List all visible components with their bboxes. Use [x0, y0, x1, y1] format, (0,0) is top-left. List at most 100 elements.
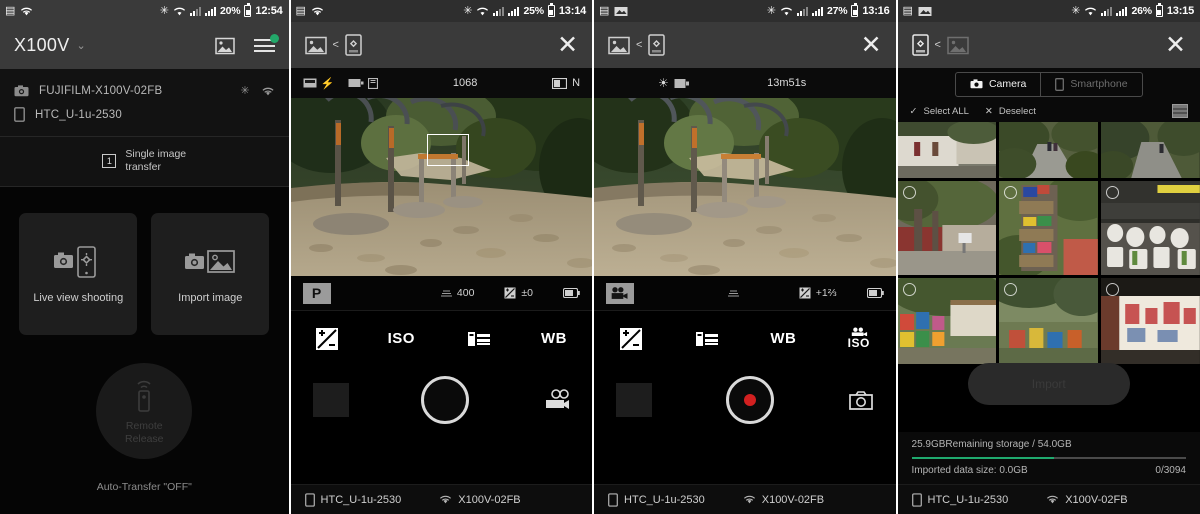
smartphone-target-icon[interactable] — [911, 34, 929, 56]
thumbnail-cell[interactable] — [1101, 278, 1200, 364]
focus-icon — [440, 289, 452, 297]
thumbnail-grid — [897, 122, 1200, 364]
phone-device-name: HTC_U-1u-2530 — [35, 108, 122, 121]
transfer-mode-selector[interactable]: 1 Single image transfer — [0, 137, 289, 187]
device-row-phone[interactable]: HTC_U-1u-2530 — [0, 102, 289, 127]
status-bar-p1: ▤ ✳ 20% 12:54 — [0, 0, 289, 22]
import-image-button[interactable]: Import image — [151, 213, 270, 336]
panel-connection-home: ▤ ✳ 20% 12:54 X100V ⌄ FUJIFILM-X100V-02F… — [0, 0, 289, 514]
smartphone-target-icon[interactable] — [345, 34, 362, 56]
remote-release-button[interactable]: Remote Release — [96, 363, 193, 460]
battery-film-icon — [348, 79, 364, 87]
gallery-icon[interactable] — [608, 36, 630, 55]
thumbnail-cell[interactable] — [1101, 122, 1200, 178]
shooting-mode-badge — [606, 282, 635, 304]
transfer-mode-label: Single image transfer — [125, 148, 186, 174]
dial-iso[interactable]: ISO — [388, 330, 415, 347]
thumbnail-cell[interactable] — [1101, 181, 1200, 275]
dial-exposure-compensation[interactable] — [315, 327, 338, 350]
ev-comp-icon — [504, 287, 516, 299]
wifi-signal-icon — [1085, 7, 1097, 15]
footer-phone: HTC_U-1u-2530 — [304, 492, 401, 507]
smartphone-icon — [304, 492, 315, 507]
tab-smartphone[interactable]: Smartphone — [1040, 72, 1141, 96]
smartphone-target-icon[interactable] — [648, 34, 666, 56]
battery-percent: 25% — [523, 5, 544, 17]
tab-camera[interactable]: Camera — [956, 73, 1040, 96]
thumbnail-cell[interactable] — [999, 181, 1099, 275]
footer-camera: X100V-02FB — [743, 494, 824, 506]
battery-icon — [563, 288, 580, 298]
deselect-button[interactable]: Deselect — [999, 106, 1036, 117]
remote-label-line2: Release — [125, 433, 164, 446]
thumbnail-cell[interactable] — [897, 122, 997, 178]
close-icon[interactable]: ✕ — [557, 32, 578, 58]
sim-card-icon: ▤ — [5, 4, 16, 17]
battery-readout — [563, 288, 580, 298]
hamburger-menu-icon[interactable] — [253, 34, 279, 53]
shutter-bar-p2 — [290, 366, 593, 434]
camera-icon — [14, 85, 29, 97]
live-view-preview[interactable] — [594, 98, 896, 276]
ev-value: ±0 — [521, 287, 534, 299]
transfer-label-line1: Single image — [125, 148, 187, 160]
thumbnail-cell[interactable] — [999, 122, 1099, 178]
ev-comp-icon — [799, 287, 811, 299]
dial-film-simulation[interactable] — [465, 329, 491, 349]
dial-movie-iso[interactable]: ISO — [848, 327, 870, 350]
record-button[interactable] — [725, 376, 774, 424]
record-time-remaining: 13m51s — [767, 77, 807, 89]
transfer-direction-arrow: < — [934, 39, 941, 51]
wifi-icon — [1047, 495, 1059, 504]
video-camera-icon[interactable] — [542, 389, 570, 411]
dial-toolbar-p3: WB ISO — [594, 310, 896, 366]
signal-bars-1-icon — [493, 6, 505, 16]
thumbnail-cell[interactable] — [897, 181, 997, 275]
bluetooth-icon: ✳ — [240, 84, 250, 97]
smartphone-icon — [911, 492, 922, 507]
thumbnail-cell[interactable] — [897, 278, 997, 364]
page-title: X100V — [14, 35, 70, 55]
live-view-preview[interactable] — [290, 98, 593, 276]
battery-icon — [1155, 3, 1163, 17]
dial-white-balance[interactable]: WB — [770, 330, 796, 347]
signal-bars-2-icon — [508, 6, 520, 16]
last-shot-thumbnail[interactable] — [616, 383, 653, 417]
selection-circle[interactable] — [902, 186, 916, 199]
dial-white-balance[interactable]: WB — [541, 330, 567, 347]
dial-film-simulation[interactable] — [693, 329, 719, 349]
main-actions: Live view shooting Import image Remote R… — [0, 187, 289, 514]
tab-camera-label: Camera — [988, 78, 1027, 90]
thumbnail-cell[interactable] — [999, 278, 1099, 364]
gallery-icon[interactable] — [214, 37, 235, 55]
close-icon[interactable]: ✕ — [985, 106, 993, 117]
photo-status-icon — [614, 6, 628, 16]
clock: 13:14 — [558, 5, 587, 17]
exposure-info-bar: P 400 ±0 — [290, 276, 593, 310]
close-icon[interactable]: ✕ — [861, 32, 882, 58]
transfer-direction-arrow: < — [332, 39, 339, 51]
record-dot — [743, 394, 756, 406]
footer-phone: HTC_U-1u-2530 — [911, 492, 1008, 507]
device-row-camera[interactable]: FUJIFILM-X100V-02FB ✳ — [0, 80, 289, 102]
close-icon[interactable]: ✕ — [1165, 32, 1186, 58]
status-bar-p2: ▤ ✳ 25% 13:14 — [290, 0, 593, 22]
view-mode-icon[interactable] — [1172, 104, 1188, 118]
camera-info-bar: ⚡ 1068 N — [290, 68, 593, 98]
clock: 13:15 — [1166, 5, 1194, 17]
selection-circle[interactable] — [902, 283, 916, 296]
still-camera-icon[interactable] — [848, 389, 874, 411]
import-button[interactable]: Import — [967, 363, 1130, 405]
dial-exposure-compensation[interactable] — [619, 327, 642, 350]
gallery-icon[interactable] — [947, 36, 969, 55]
check-icon[interactable]: ✓ — [910, 106, 918, 117]
last-shot-thumbnail[interactable] — [312, 383, 349, 417]
wifi-signal-icon — [173, 7, 186, 15]
live-view-shooting-button[interactable]: Live view shooting — [19, 213, 138, 336]
shutter-button[interactable] — [421, 376, 470, 424]
wifi-signal-icon — [780, 7, 792, 15]
selection-toolbar: ✓ Select ALL ✕ Deselect — [897, 100, 1200, 122]
gallery-icon[interactable] — [304, 36, 327, 55]
chevron-down-icon[interactable]: ⌄ — [77, 39, 86, 52]
select-all-button[interactable]: Select ALL — [923, 106, 968, 117]
